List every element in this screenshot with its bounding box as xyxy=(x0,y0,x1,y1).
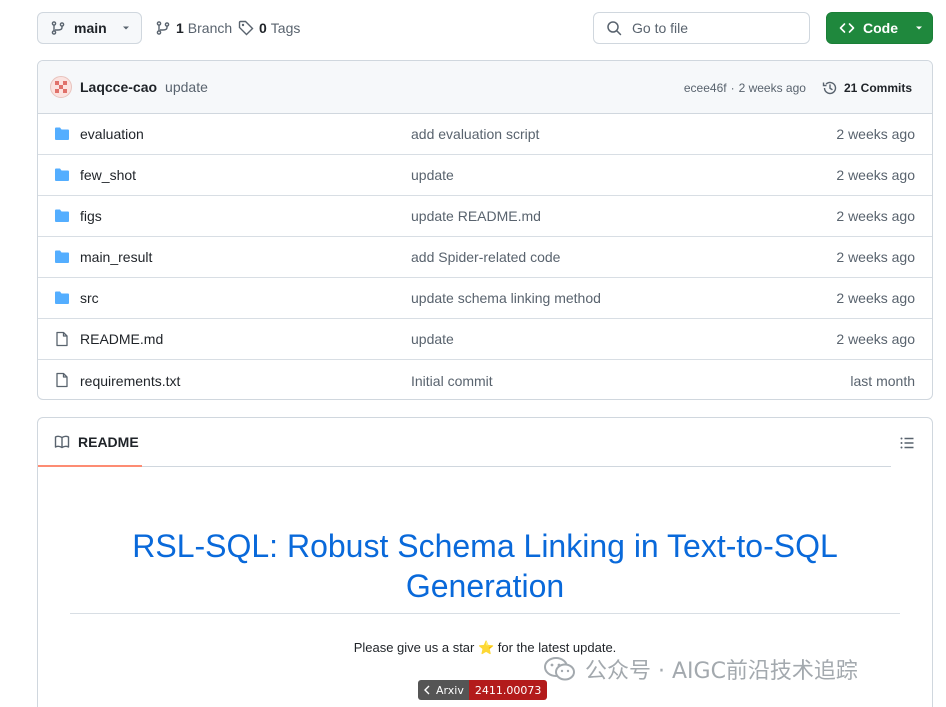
file-commit-message-link[interactable]: Initial commit xyxy=(411,373,493,389)
tab-readme[interactable]: README xyxy=(38,418,142,467)
folder-icon xyxy=(54,249,70,265)
commit-hash-link[interactable]: ecee46f xyxy=(684,81,727,95)
folder-icon xyxy=(54,126,70,142)
branch-selector-button[interactable]: main xyxy=(37,12,142,44)
file-commit-message-link[interactable]: update README.md xyxy=(411,208,541,224)
git-branch-icon xyxy=(51,21,65,35)
code-button-label: Code xyxy=(863,20,898,36)
history-icon xyxy=(822,81,837,94)
file-commit-age: 2 weeks ago xyxy=(836,208,915,224)
folder-icon xyxy=(54,290,70,306)
identicon-icon xyxy=(55,81,67,93)
chevron-down-icon xyxy=(916,26,922,30)
commits-count-label: 21 Commits xyxy=(843,80,912,95)
branches-label: Branch xyxy=(187,20,233,36)
folder-icon xyxy=(54,208,70,224)
wechat-icon xyxy=(544,657,575,681)
file-row[interactable]: requirements.txt Initial commit last month xyxy=(38,360,932,399)
file-row[interactable]: src update schema linking method 2 weeks a… xyxy=(38,278,932,319)
file-name-link[interactable]: evaluation xyxy=(80,126,144,142)
tags-link[interactable]: 0 Tags xyxy=(238,12,300,44)
commit-meta: ecee46f · 2 weeks ago 21 Commits xyxy=(684,61,912,114)
arxiv-badge-label: Arxiv xyxy=(418,680,469,700)
file-name-link[interactable]: requirements.txt xyxy=(80,373,180,389)
file-listing: Laqcce-cao update ecee46f · 2 weeks ago … xyxy=(37,60,933,400)
file-commit-age: 2 weeks ago xyxy=(836,126,915,142)
tag-icon xyxy=(238,20,254,36)
file-row[interactable]: evaluation add evaluation script 2 weeks a… xyxy=(38,114,932,155)
commit-author-link[interactable]: Laqcce-cao xyxy=(80,79,157,95)
readme-header: README xyxy=(38,418,891,467)
file-name-link[interactable]: src xyxy=(80,290,99,306)
code-icon xyxy=(839,23,855,33)
readme-title-link[interactable]: RSL-SQL: Robust Schema Linking in Text-t… xyxy=(38,526,932,606)
file-commit-message-link[interactable]: update schema linking method xyxy=(411,290,601,306)
readme-tab-label: README xyxy=(78,433,139,450)
arxiv-badge-id: 2411.00073 xyxy=(468,680,548,700)
tags-label: Tags xyxy=(270,20,301,36)
file-name-link[interactable]: main_result xyxy=(80,249,152,265)
repo-toolbar: main 1 Branch 0 Tags Go to file Code xyxy=(37,12,934,44)
file-commit-age: 2 weeks ago xyxy=(836,249,915,265)
arxiv-logo-icon xyxy=(424,685,430,695)
book-icon xyxy=(54,435,70,448)
commits-history-link[interactable]: 21 Commits xyxy=(822,80,912,96)
file-commit-message-link[interactable]: add Spider-related code xyxy=(411,249,560,265)
file-name-link[interactable]: README.md xyxy=(80,331,163,347)
file-commit-message-link[interactable]: update xyxy=(411,331,454,347)
go-to-file-placeholder: Go to file xyxy=(632,20,689,36)
outline-list-icon[interactable] xyxy=(899,435,915,451)
search-icon xyxy=(607,21,622,36)
arxiv-badge[interactable]: Arxiv 2411.00073 xyxy=(418,680,548,700)
wechat-watermark: 公众号 · AIGC前沿技术追踪 xyxy=(543,653,858,685)
branch-name: main xyxy=(74,20,107,36)
file-row[interactable]: main_result add Spider-related code 2 week… xyxy=(38,237,932,278)
chevron-down-icon xyxy=(122,26,129,30)
file-commit-age: 2 weeks ago xyxy=(836,290,915,306)
git-branch-icon xyxy=(156,21,170,35)
file-rows: evaluation add evaluation script 2 weeks a… xyxy=(38,114,932,399)
file-row[interactable]: figs update README.md 2 weeks ago xyxy=(38,196,932,237)
branches-count: 1 xyxy=(176,20,184,36)
commit-message-link[interactable]: update xyxy=(165,79,208,95)
file-row[interactable]: README.md update 2 weeks ago xyxy=(38,319,932,360)
folder-icon xyxy=(54,167,70,183)
latest-commit-bar: Laqcce-cao update ecee46f · 2 weeks ago … xyxy=(38,61,932,114)
avatar[interactable] xyxy=(50,76,72,98)
file-commit-message-link[interactable]: update xyxy=(411,167,454,183)
commit-separator: · xyxy=(730,80,735,95)
file-commit-age: 2 weeks ago xyxy=(836,331,915,347)
code-button[interactable]: Code xyxy=(826,12,933,44)
file-commit-message-link[interactable]: add evaluation script xyxy=(411,126,539,142)
branches-link[interactable]: 1 Branch xyxy=(155,12,232,44)
watermark-text: 公众号 · AIGC前沿技术追踪 xyxy=(585,659,858,684)
file-icon xyxy=(54,331,70,347)
file-icon xyxy=(54,372,70,388)
tags-count: 0 xyxy=(259,20,267,36)
file-row[interactable]: few_shot update 2 weeks ago xyxy=(38,155,932,196)
file-commit-age: 2 weeks ago xyxy=(836,167,915,183)
file-name-link[interactable]: few_shot xyxy=(80,167,136,183)
arxiv-badge-left-text: Arxiv xyxy=(436,683,464,697)
commit-age: 2 weeks ago xyxy=(738,80,806,95)
title-divider xyxy=(70,613,900,614)
go-to-file-input[interactable]: Go to file xyxy=(593,12,810,44)
file-name-link[interactable]: figs xyxy=(80,208,102,224)
file-commit-age: last month xyxy=(850,372,915,389)
